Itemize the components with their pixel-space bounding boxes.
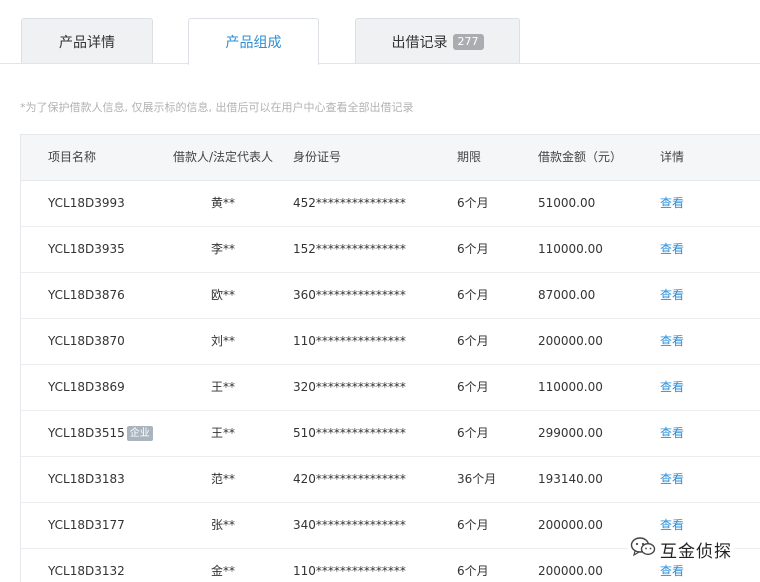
loan-amount: 110000.00 xyxy=(538,380,603,394)
table-row: YCL18D3870 刘** 110*************** 6个月 200000… xyxy=(21,319,760,365)
borrower-name: 范** xyxy=(211,472,236,486)
id-number: 320*************** xyxy=(293,380,406,394)
tab-bar: 产品详情 产品组成 出借记录 277 xyxy=(0,0,760,65)
borrower-name: 王** xyxy=(211,380,236,394)
wechat-icon xyxy=(630,536,656,562)
loan-amount: 110000.00 xyxy=(538,242,603,256)
borrower-name: 金** xyxy=(211,564,236,578)
borrower-name: 刘** xyxy=(211,334,236,348)
id-number: 340*************** xyxy=(293,518,406,532)
id-number: 510*************** xyxy=(293,426,406,440)
header-borrower: 借款人/法定代表人 xyxy=(173,150,274,164)
table-header: 项目名称 借款人/法定代表人 身份证号 期限 借款金额（元） 详情 xyxy=(21,135,760,181)
privacy-notice: *为了保护借款人信息, 仅展示标的信息, 出借后可以在用户中心查看全部出借记录 xyxy=(20,101,414,114)
loan-term: 6个月 xyxy=(457,380,489,394)
project-name: YCL18D3935 xyxy=(48,242,125,256)
project-name: YCL18D3132 xyxy=(48,564,125,578)
tab-label: 出借记录 xyxy=(391,34,448,51)
project-name: YCL18D3183 xyxy=(48,472,125,486)
project-name-cell: YCL18D3183 xyxy=(48,457,125,502)
view-detail-link[interactable]: 查看 xyxy=(660,319,684,364)
tab-lending-records[interactable]: 出借记录 277 xyxy=(355,18,520,64)
view-detail-link[interactable]: 查看 xyxy=(660,411,684,456)
project-name-cell: YCL18D3515 企业 xyxy=(48,411,153,456)
corp-badge: 企业 xyxy=(126,426,153,441)
id-number: 152*************** xyxy=(293,242,406,256)
watermark-text: 互金侦探 xyxy=(660,541,732,562)
project-name: YCL18D3515 xyxy=(48,426,125,440)
loan-amount: 299000.00 xyxy=(538,426,603,440)
loan-amount: 193140.00 xyxy=(538,472,603,486)
loan-amount: 200000.00 xyxy=(538,518,603,532)
project-name: YCL18D3870 xyxy=(48,334,125,348)
borrower-name: 张** xyxy=(211,518,236,532)
loan-term: 6个月 xyxy=(457,288,489,302)
header-id-number: 身份证号 xyxy=(293,150,342,164)
loan-amount: 87000.00 xyxy=(538,288,596,302)
table-row: YCL18D3935 李** 152*************** 6个月 110000… xyxy=(21,227,760,273)
view-detail-link[interactable]: 查看 xyxy=(660,273,684,318)
tab-label: 产品组成 xyxy=(225,35,282,51)
loan-amount: 200000.00 xyxy=(538,334,603,348)
loan-term: 6个月 xyxy=(457,242,489,256)
id-number: 110*************** xyxy=(293,334,406,348)
project-name-cell: YCL18D3132 xyxy=(48,549,125,582)
view-detail-link[interactable]: 查看 xyxy=(660,181,684,226)
watermark: 互金侦探 xyxy=(628,536,734,562)
table-row: YCL18D3515 企业 王** 510*************** 6个月 2990… xyxy=(21,411,760,457)
project-name-cell: YCL18D3869 xyxy=(48,365,125,410)
loan-amount: 200000.00 xyxy=(538,564,603,578)
project-name: YCL18D3876 xyxy=(48,288,125,302)
project-name: YCL18D3993 xyxy=(48,196,125,210)
borrower-name: 欧** xyxy=(211,288,236,302)
header-amount: 借款金额（元） xyxy=(538,150,623,164)
view-detail-link[interactable]: 查看 xyxy=(660,457,684,502)
loan-term: 36个月 xyxy=(457,472,497,486)
loan-term: 6个月 xyxy=(457,196,489,210)
header-detail: 详情 xyxy=(660,150,685,164)
header-project-name: 项目名称 xyxy=(48,150,97,164)
loan-term: 6个月 xyxy=(457,426,489,440)
tab-product-composition[interactable]: 产品组成 xyxy=(188,18,319,65)
id-number: 420*************** xyxy=(293,472,406,486)
project-name-cell: YCL18D3870 xyxy=(48,319,125,364)
tab-divider xyxy=(0,63,760,64)
view-detail-link[interactable]: 查看 xyxy=(660,227,684,272)
loan-term: 6个月 xyxy=(457,564,489,578)
table-row: YCL18D3876 欧** 360*************** 6个月 87000.… xyxy=(21,273,760,319)
count-badge: 277 xyxy=(452,33,484,50)
tab-label: 产品详情 xyxy=(59,34,115,51)
header-term: 期限 xyxy=(457,150,482,164)
project-name-cell: YCL18D3935 xyxy=(48,227,125,272)
table-row: YCL18D3869 王** 320*************** 6个月 110000… xyxy=(21,365,760,411)
borrower-name: 李** xyxy=(211,242,236,256)
project-name-cell: YCL18D3993 xyxy=(48,181,125,226)
id-number: 360*************** xyxy=(293,288,406,302)
tab-product-details[interactable]: 产品详情 xyxy=(21,18,153,64)
loan-term: 6个月 xyxy=(457,518,489,532)
id-number: 110*************** xyxy=(293,564,406,578)
borrower-name: 王** xyxy=(211,426,236,440)
project-name-cell: YCL18D3177 xyxy=(48,503,125,548)
project-name: YCL18D3869 xyxy=(48,380,125,394)
table-row: YCL18D3183 范** 420*************** 36个月 19314… xyxy=(21,457,760,503)
project-name-cell: YCL18D3876 xyxy=(48,273,125,318)
loan-table: 项目名称 借款人/法定代表人 身份证号 期限 借款金额（元） 详情 YCL18D… xyxy=(20,134,760,582)
table-row: YCL18D3993 黄** 452*************** 6个月 51000.… xyxy=(21,181,760,227)
loan-amount: 51000.00 xyxy=(538,196,596,210)
view-detail-link[interactable]: 查看 xyxy=(660,365,684,410)
id-number: 452*************** xyxy=(293,196,406,210)
borrower-name: 黄** xyxy=(211,196,236,210)
project-name: YCL18D3177 xyxy=(48,518,125,532)
loan-term: 6个月 xyxy=(457,334,489,348)
